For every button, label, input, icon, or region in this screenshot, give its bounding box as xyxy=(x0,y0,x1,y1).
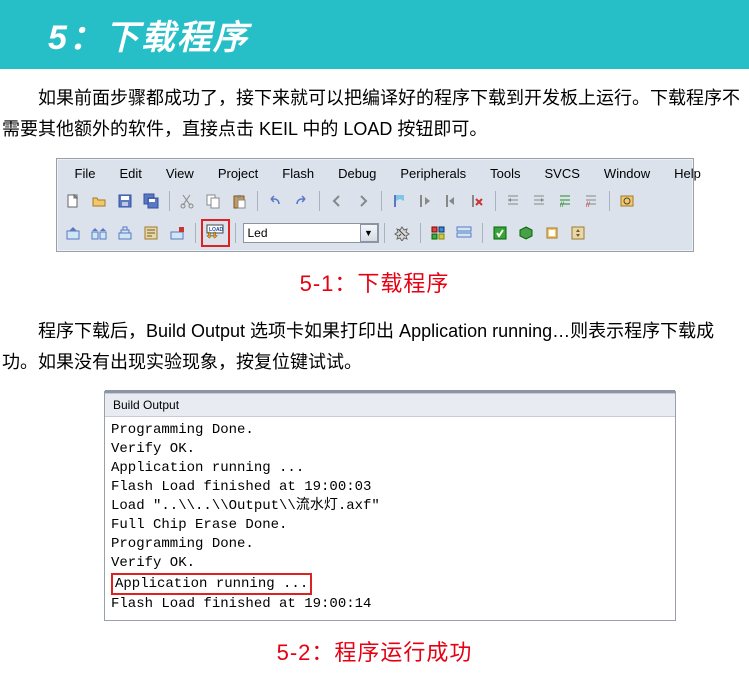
target-combo-value: Led xyxy=(248,226,268,240)
build-output-text: Programming Done. Verify OK. Application… xyxy=(105,417,675,620)
figure-caption-1: 5-1：下载程序 xyxy=(0,266,749,298)
figure-caption-2: 5-2：程序运行成功 xyxy=(0,635,749,667)
batch-build-icon[interactable] xyxy=(113,221,138,245)
uncomment-icon[interactable]: // xyxy=(579,189,604,213)
bookmark-clear-icon[interactable] xyxy=(465,189,490,213)
toolbar-separator xyxy=(482,223,483,243)
translate-icon[interactable] xyxy=(139,221,164,245)
menu-svcs[interactable]: SVCS xyxy=(533,164,592,183)
toolbar-separator xyxy=(257,191,258,211)
section-header: 5：下载程序 xyxy=(0,0,749,69)
find-icon[interactable] xyxy=(615,189,640,213)
build-output-tab[interactable]: Build Output xyxy=(105,392,675,417)
svg-text:LOAD: LOAD xyxy=(209,227,224,233)
section-title: 5：下载程序 xyxy=(48,10,749,59)
nav-back-icon[interactable] xyxy=(325,189,350,213)
menu-window[interactable]: Window xyxy=(592,164,662,183)
svg-text://: // xyxy=(560,202,564,209)
toolbar-separator xyxy=(495,191,496,211)
comment-icon[interactable]: // xyxy=(553,189,578,213)
save-icon[interactable] xyxy=(113,189,138,213)
load-button[interactable]: LOAD xyxy=(203,221,228,245)
menu-project[interactable]: Project xyxy=(206,164,270,183)
toolbar-separator xyxy=(235,223,236,243)
config-wizard-icon[interactable] xyxy=(566,221,591,245)
load-button-highlight: LOAD xyxy=(201,219,230,247)
menu-debug[interactable]: Debug xyxy=(326,164,388,183)
paste-icon[interactable] xyxy=(227,189,252,213)
toolbar-separator xyxy=(195,223,196,243)
stop-build-icon[interactable] xyxy=(165,221,190,245)
manage-multi-project-icon[interactable] xyxy=(452,221,477,245)
redo-icon[interactable] xyxy=(289,189,314,213)
menu-help[interactable]: Help xyxy=(662,164,713,183)
menu-peripherals[interactable]: Peripherals xyxy=(388,164,478,183)
keil-toolbar-row-2: LOAD Led ▼ xyxy=(57,217,693,251)
svg-text://: // xyxy=(586,202,590,209)
target-combo[interactable]: Led ▼ xyxy=(243,223,379,243)
menu-tools[interactable]: Tools xyxy=(478,164,532,183)
toolbar-separator xyxy=(384,223,385,243)
nav-fwd-icon[interactable] xyxy=(351,189,376,213)
cut-icon[interactable] xyxy=(175,189,200,213)
toolbar-separator xyxy=(420,223,421,243)
target-options-icon[interactable] xyxy=(390,221,415,245)
menu-file[interactable]: File xyxy=(63,164,108,183)
toolbar-separator xyxy=(169,191,170,211)
new-file-icon[interactable] xyxy=(61,189,86,213)
build-output-highlight: Application running ... xyxy=(111,573,312,596)
keil-menubar: File Edit View Project Flash Debug Perip… xyxy=(57,159,693,187)
menu-flash[interactable]: Flash xyxy=(270,164,326,183)
keil-toolbar-row-1: // // xyxy=(57,187,693,217)
runtime-env-icon[interactable] xyxy=(514,221,539,245)
menu-edit[interactable]: Edit xyxy=(107,164,153,183)
undo-icon[interactable] xyxy=(263,189,288,213)
indent-left-icon[interactable] xyxy=(501,189,526,213)
bookmark-flag-icon[interactable] xyxy=(387,189,412,213)
toolbar-separator xyxy=(319,191,320,211)
books-icon[interactable] xyxy=(540,221,565,245)
copy-icon[interactable] xyxy=(201,189,226,213)
open-folder-icon[interactable] xyxy=(87,189,112,213)
bookmark-prev-icon[interactable] xyxy=(413,189,438,213)
bookmark-next-icon[interactable] xyxy=(439,189,464,213)
menu-view[interactable]: View xyxy=(154,164,206,183)
pack-installer-icon[interactable] xyxy=(488,221,513,245)
saveall-icon[interactable] xyxy=(139,189,164,213)
keil-window: File Edit View Project Flash Debug Perip… xyxy=(56,158,694,252)
build-target-icon[interactable] xyxy=(61,221,86,245)
intro-paragraph-1: 如果前面步骤都成功了，接下来就可以把编译好的程序下载到开发板上运行。下载程序不需… xyxy=(2,83,747,144)
intro-paragraph-2: 程序下载后，Build Output 选项卡如果打印出 Application … xyxy=(2,316,747,377)
indent-right-icon[interactable] xyxy=(527,189,552,213)
manage-project-icon[interactable] xyxy=(426,221,451,245)
toolbar-separator xyxy=(609,191,610,211)
rebuild-icon[interactable] xyxy=(87,221,112,245)
build-output-window: Build Output Programming Done. Verify OK… xyxy=(104,391,676,621)
chevron-down-icon[interactable]: ▼ xyxy=(360,224,378,242)
toolbar-separator xyxy=(381,191,382,211)
